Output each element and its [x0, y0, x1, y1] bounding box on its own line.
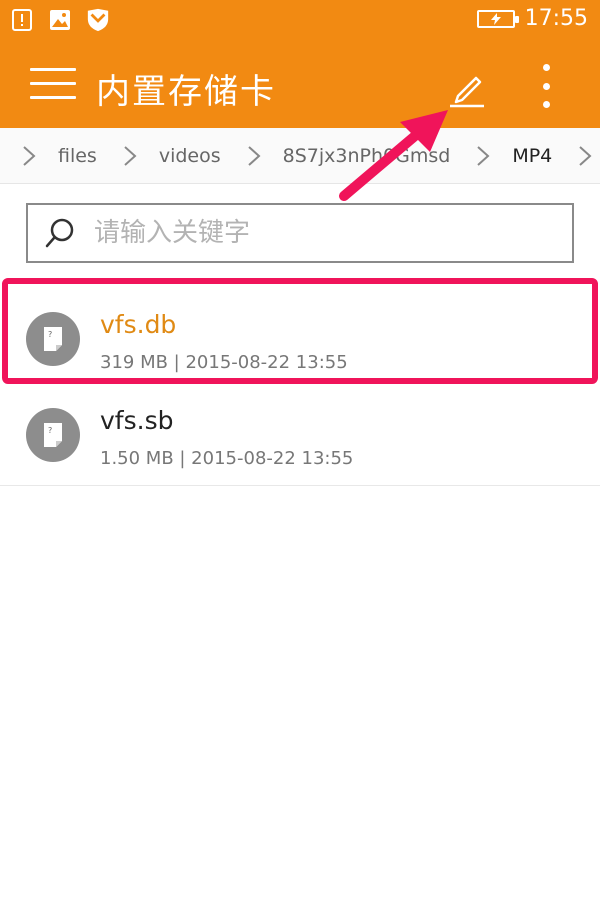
search-box[interactable] — [26, 203, 574, 263]
notification-alert-icon — [10, 8, 34, 32]
breadcrumb-item[interactable]: videos — [123, 145, 247, 167]
breadcrumb: files videos 8S7jx3nPh0Gmsd MP4 — [0, 128, 600, 184]
breadcrumb-item[interactable]: 8S7jx3nPh0Gmsd — [247, 145, 477, 167]
svg-text:?: ? — [48, 330, 52, 339]
page-title: 内置存储卡 — [96, 72, 276, 112]
chevron-right-icon — [124, 145, 137, 166]
app-bar: 内置存储卡 — [0, 44, 600, 128]
file-name: vfs.db — [100, 310, 177, 339]
breadcrumb-item[interactable]: files — [22, 145, 123, 167]
status-bar: 17:55 — [0, 0, 600, 44]
file-name: vfs.sb — [100, 406, 174, 435]
more-vert-icon[interactable] — [528, 62, 564, 110]
search-input[interactable] — [94, 218, 554, 248]
breadcrumb-overflow[interactable] — [578, 145, 600, 167]
hamburger-menu-icon[interactable] — [30, 68, 76, 102]
breadcrumb-label[interactable]: videos — [159, 145, 221, 167]
chevron-right-icon — [579, 145, 592, 166]
svg-text:?: ? — [48, 426, 52, 435]
breadcrumb-label[interactable]: files — [58, 145, 97, 167]
chevron-right-icon — [247, 145, 261, 166]
chevron-right-icon — [477, 145, 490, 166]
breadcrumb-item-current[interactable]: MP4 — [476, 145, 578, 167]
breadcrumb-label[interactable]: MP4 — [512, 145, 552, 167]
file-row[interactable]: ? vfs.db 319 MB | 2015-08-22 13:55 — [0, 290, 600, 390]
chevron-right-icon — [23, 145, 36, 166]
shield-icon — [86, 8, 110, 32]
breadcrumb-label[interactable]: 8S7jx3nPh0Gmsd — [283, 145, 451, 167]
battery-charging-icon — [476, 9, 519, 28]
gallery-icon — [48, 8, 72, 32]
pencil-icon[interactable] — [444, 64, 488, 108]
file-row[interactable]: ? vfs.sb 1.50 MB | 2015-08-22 13:55 — [0, 386, 600, 486]
file-meta: 1.50 MB | 2015-08-22 13:55 — [100, 448, 354, 469]
unknown-file-icon: ? — [26, 312, 80, 366]
file-meta: 319 MB | 2015-08-22 13:55 — [100, 352, 348, 373]
unknown-file-icon: ? — [26, 408, 80, 462]
clock: 17:55 — [524, 6, 588, 31]
search-icon — [45, 218, 74, 248]
